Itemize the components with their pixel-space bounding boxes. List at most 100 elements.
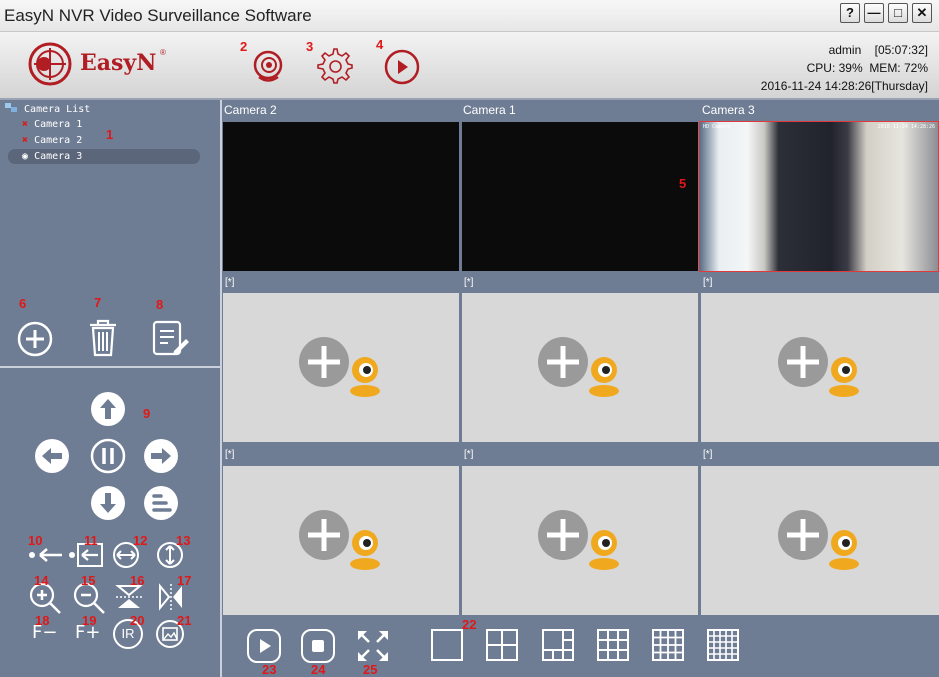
left-panel: Camera List ✖ Camera 1 ✖ Camera 2 ◉ Came…: [0, 100, 220, 677]
camera-view-1[interactable]: [223, 122, 459, 271]
play-circle-icon: [384, 49, 420, 85]
cell-label: Camera 2: [224, 103, 277, 117]
arrow-right-icon: [144, 439, 178, 473]
maximize-button[interactable]: □: [888, 3, 908, 23]
camera-item-3[interactable]: ◉ Camera 3: [22, 150, 82, 164]
layout-9-button[interactable]: [597, 629, 629, 666]
layout-5x5-icon: [707, 629, 739, 661]
speed-bars-icon: [144, 486, 178, 520]
title-bar: EasyN NVR Video Surveillance Software ? …: [0, 0, 939, 32]
annotation-12: 12: [133, 533, 148, 548]
annotation-25: 25: [363, 662, 378, 677]
camera-item-label: Camera 3: [34, 151, 83, 162]
annotation-14: 14: [34, 573, 49, 588]
annotation-10: 10: [28, 533, 43, 548]
annotation-2: 2: [240, 39, 248, 54]
add-camera-icon: [299, 337, 380, 397]
settings-button[interactable]: [316, 48, 354, 86]
playback-button[interactable]: [383, 48, 421, 86]
cell-label: [*]: [225, 277, 235, 288]
annotation-9: 9: [143, 406, 151, 421]
layout-1-button[interactable]: [431, 629, 463, 666]
layout-25-button[interactable]: [707, 629, 739, 666]
mem-usage: MEM: 72%: [869, 61, 928, 75]
add-camera-icon: [778, 337, 859, 397]
camera-item-label: Camera 2: [34, 135, 83, 146]
gear-icon: [317, 48, 353, 84]
datetime: 2016-11-24 14:28:26[Thursday]: [760, 79, 928, 93]
camera-item-2[interactable]: ✖ Camera 2: [22, 134, 82, 148]
ptz-left-button[interactable]: [33, 437, 71, 480]
annotation-23: 23: [262, 662, 277, 677]
annotation-15: 15: [81, 573, 96, 588]
annotation-6: 6: [19, 296, 27, 311]
ptz-right-button[interactable]: [142, 437, 180, 480]
camera-view-3-live[interactable]: HD Camera 2016-11-24 14:28:26: [699, 121, 939, 272]
annotation-7: 7: [94, 295, 102, 310]
network-icon: [5, 103, 17, 112]
brand-logo: EasyN ®: [26, 40, 176, 90]
live-caption-left: HD Camera: [703, 124, 731, 130]
layout-6-button[interactable]: [542, 629, 574, 666]
camera-list-root[interactable]: Camera List: [4, 102, 90, 116]
add-camera-button[interactable]: [16, 320, 54, 358]
help-button[interactable]: ?: [840, 3, 860, 23]
layout-1plus5-icon: [542, 629, 574, 661]
camera-offline-icon: ✖: [22, 119, 29, 130]
layout-16-button[interactable]: [652, 629, 684, 666]
play-icon: [247, 629, 281, 663]
header-toolbar: EasyN ® admin [05:07:32] CPU: 39% MEM: 7…: [0, 32, 939, 100]
layout-3x3-icon: [597, 629, 629, 661]
add-camera-icon: [299, 510, 380, 570]
brand-name: EasyN: [80, 50, 157, 76]
ptz-up-button[interactable]: [89, 390, 127, 433]
ptz-pause-button[interactable]: [89, 437, 127, 480]
delete-camera-button[interactable]: [84, 318, 122, 358]
window-title: EasyN NVR Video Surveillance Software: [4, 6, 312, 25]
uptime: [05:07:32]: [874, 43, 928, 57]
annotation-3: 3: [306, 39, 314, 54]
camera-view-button[interactable]: [250, 48, 288, 86]
trash-icon: [90, 319, 116, 357]
annotation-24: 24: [311, 662, 326, 677]
edit-note-icon: [152, 320, 189, 356]
cpu-usage: CPU: 39%: [806, 61, 863, 75]
cell-label: [*]: [703, 449, 713, 460]
camera-online-icon: ◉: [22, 151, 29, 162]
live-caption-right: 2016-11-24 14:28:26: [877, 124, 935, 130]
user-uptime-line: admin [05:07:32]: [829, 43, 928, 57]
camera-view-2[interactable]: [462, 122, 698, 271]
arrow-left-icon: [35, 439, 69, 473]
annotation-16: 16: [130, 573, 145, 588]
cell-label: [*]: [703, 277, 713, 288]
webcam-icon: [253, 50, 283, 82]
annotation-13: 13: [176, 533, 191, 548]
annotation-18: 18: [35, 613, 50, 628]
globe-logo-icon: [28, 42, 72, 86]
layout-4-button[interactable]: [486, 629, 518, 666]
cell-label: [*]: [464, 277, 474, 288]
annotation-4: 4: [376, 37, 384, 52]
camera-item-label: Camera 1: [34, 119, 83, 130]
edit-camera-button[interactable]: [150, 318, 190, 358]
camera-offline-icon: ✖: [22, 135, 29, 146]
annotation-21: 21: [177, 613, 192, 628]
ptz-speed-button[interactable]: [142, 484, 180, 527]
layout-1x1-icon: [431, 629, 463, 661]
close-button[interactable]: ✕: [912, 3, 932, 23]
annotation-11: 11: [84, 533, 98, 548]
stop-icon: [301, 629, 335, 663]
layout-2x2-icon: [486, 629, 518, 661]
layout-4x4-icon: [652, 629, 684, 661]
panel-divider: [0, 366, 220, 368]
cell-label: [*]: [464, 449, 474, 460]
annotation-22: 22: [462, 617, 477, 632]
add-camera-icon: [538, 510, 619, 570]
cell-label: Camera 1: [463, 103, 516, 117]
add-camera-icon: [538, 337, 619, 397]
minimize-button[interactable]: —: [864, 3, 884, 23]
ptz-down-button[interactable]: [89, 484, 127, 527]
resource-line: CPU: 39% MEM: 72%: [807, 61, 928, 75]
camera-item-1[interactable]: ✖ Camera 1: [22, 118, 82, 132]
panel-separator: [220, 100, 222, 677]
